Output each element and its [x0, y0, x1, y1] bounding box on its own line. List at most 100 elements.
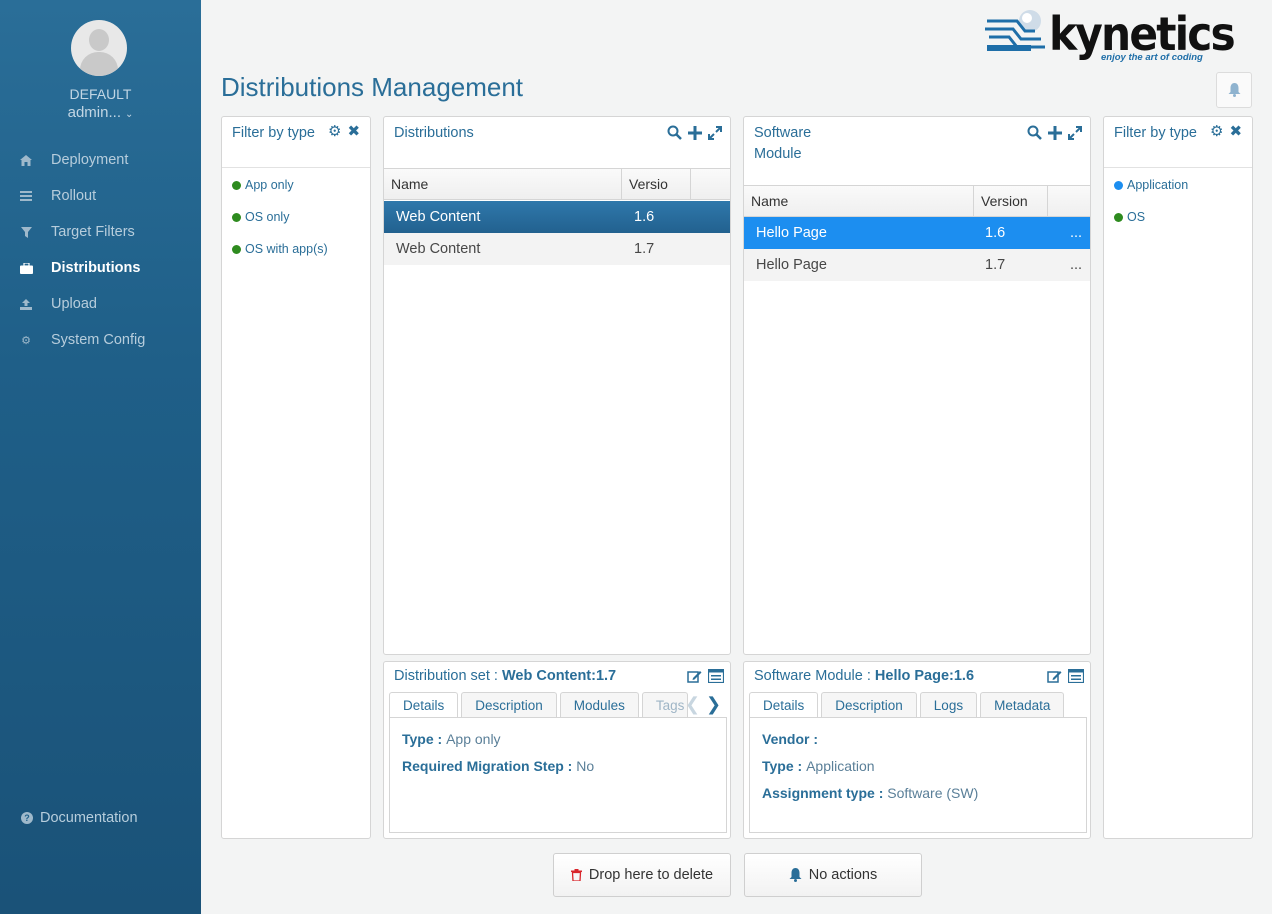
- avatar[interactable]: [71, 20, 127, 76]
- details-tab-body: Type : App only Required Migration Step …: [389, 717, 727, 833]
- panel-title-line: Software: [754, 125, 812, 141]
- filter-item-app-only[interactable]: App only: [232, 178, 294, 192]
- filter-item-os-only[interactable]: OS only: [232, 210, 289, 224]
- drop-to-delete-label: Drop here to delete: [588, 867, 714, 883]
- field-key: Assignment type :: [762, 785, 888, 801]
- status-dot: [232, 180, 241, 190]
- filter-label: OS only: [245, 210, 290, 224]
- field-key: Type :: [402, 731, 447, 747]
- sidebar: DEFAULT admin... ⌄ Deployment Rollout Tar…: [0, 0, 201, 914]
- sidebar-item-label: Upload: [51, 296, 97, 312]
- distributions-table-header: Name Versio: [384, 168, 730, 200]
- question-circle-icon: ?: [21, 812, 33, 824]
- sidebar-item-system-config[interactable]: ⚙ System Config: [0, 322, 201, 358]
- sidebar-item-label: System Config: [51, 332, 146, 348]
- panel-title: Software Module: [754, 123, 811, 165]
- sidebar-item-deployment[interactable]: Deployment: [0, 142, 201, 178]
- notification-button[interactable]: [1216, 72, 1252, 108]
- sidebar-nav: Deployment Rollout Target Filters Distri…: [0, 142, 201, 358]
- table-row[interactable]: Hello Page 1.7 ...: [744, 249, 1090, 281]
- sidebar-item-target-filters[interactable]: Target Filters: [0, 214, 201, 250]
- filter-label: Application: [1127, 178, 1189, 192]
- expand-icon[interactable]: [708, 125, 722, 140]
- filter-label: OS: [1127, 210, 1146, 224]
- expand-icon[interactable]: [1068, 125, 1082, 140]
- tab-details[interactable]: Details: [749, 692, 819, 718]
- table-row[interactable]: Hello Page 1.6 ...: [744, 217, 1090, 249]
- distribution-type-filter-panel: Filter by type ⚙ ✖ App only OS only OS w…: [221, 116, 371, 839]
- list-detail-icon[interactable]: [1068, 669, 1084, 683]
- upload-icon: [19, 297, 33, 311]
- sidebar-item-label: Distributions: [51, 260, 141, 276]
- add-icon[interactable]: [688, 125, 702, 140]
- tab-description[interactable]: Description: [821, 692, 917, 718]
- table-row[interactable]: Web Content 1.6: [384, 201, 730, 233]
- close-icon[interactable]: ✖: [1229, 124, 1242, 139]
- sidebar-item-distributions[interactable]: Distributions: [0, 250, 201, 286]
- cell-more[interactable]: ...: [1070, 217, 1082, 249]
- cell-name: Web Content: [396, 241, 481, 257]
- status-dot: [232, 244, 241, 254]
- tab-description[interactable]: Description: [461, 692, 557, 718]
- list-detail-icon[interactable]: [708, 669, 724, 683]
- tenant-label: DEFAULT: [69, 86, 132, 102]
- details-prefix: Distribution set :: [394, 668, 502, 684]
- cell-version: 1.6: [985, 225, 1006, 241]
- add-icon[interactable]: [1048, 125, 1062, 140]
- panel-title: Filter by type: [1114, 125, 1197, 141]
- field-key: Vendor :: [762, 731, 819, 747]
- sidebar-item-rollout[interactable]: Rollout: [0, 178, 201, 214]
- bell-icon: [789, 868, 802, 882]
- close-icon[interactable]: ✖: [347, 124, 360, 139]
- column-header-name[interactable]: Name: [384, 169, 622, 200]
- detail-field-vendor: Vendor :: [762, 731, 818, 747]
- filter-icon: [19, 225, 33, 239]
- sidebar-item-label: Target Filters: [51, 224, 135, 240]
- kynetics-logo: kynetics enjoy the art of coding: [983, 5, 1241, 65]
- documentation-link[interactable]: ? Documentation: [21, 810, 138, 826]
- tab-logs[interactable]: Logs: [919, 692, 978, 718]
- field-value: Application: [806, 758, 875, 774]
- status-dot: [1114, 180, 1123, 190]
- actions-label: No actions: [808, 867, 878, 883]
- filter-item-application[interactable]: Application: [1114, 178, 1188, 192]
- cell-version: 1.7: [634, 241, 655, 257]
- cell-more[interactable]: ...: [1070, 249, 1082, 281]
- cell-name: Web Content: [396, 209, 481, 225]
- software-module-panel: Software Module Name Version Hello Page …: [743, 116, 1091, 655]
- sidebar-item-label: Deployment: [51, 152, 129, 168]
- page-title: Distributions Management: [221, 72, 524, 102]
- tab-tags[interactable]: Tags: [641, 692, 688, 718]
- tab-details[interactable]: Details: [389, 692, 459, 718]
- chevron-right-icon[interactable]: ❯: [706, 694, 721, 715]
- filter-item-os[interactable]: OS: [1114, 210, 1145, 224]
- search-icon[interactable]: [667, 125, 682, 140]
- filter-item-os-with-apps[interactable]: OS with app(s): [232, 242, 328, 256]
- user-name: admin...: [67, 104, 121, 121]
- gear-icon[interactable]: ⚙: [328, 124, 341, 139]
- tab-metadata[interactable]: Metadata: [980, 692, 1065, 718]
- column-header-name[interactable]: Name: [744, 186, 974, 217]
- table-row[interactable]: Web Content 1.7: [384, 233, 730, 265]
- details-name: Web Content:1.7: [502, 668, 617, 684]
- edit-icon[interactable]: [687, 669, 702, 683]
- tab-modules[interactable]: Modules: [559, 692, 639, 718]
- gear-icon[interactable]: ⚙: [1210, 124, 1223, 139]
- details-title: Software Module : Hello Page:1.6: [754, 668, 974, 684]
- drop-to-delete-button[interactable]: Drop here to delete: [553, 853, 731, 897]
- sidebar-item-upload[interactable]: Upload: [0, 286, 201, 322]
- documentation-label: Documentation: [40, 810, 138, 826]
- details-tab-body: Vendor : Type : Application Assignment t…: [749, 717, 1087, 833]
- column-header-version[interactable]: Versio: [622, 169, 691, 200]
- actions-button[interactable]: No actions: [744, 853, 922, 897]
- cell-name: Hello Page: [756, 257, 827, 273]
- bell-icon: [1228, 83, 1240, 97]
- user-menu[interactable]: admin... ⌄: [0, 104, 201, 121]
- search-icon[interactable]: [1027, 125, 1042, 140]
- column-header-version[interactable]: Version: [974, 186, 1048, 217]
- edit-icon[interactable]: [1047, 669, 1062, 683]
- chevron-left-icon[interactable]: ❮: [685, 694, 700, 715]
- sidebar-item-label: Rollout: [51, 188, 97, 204]
- distributions-panel: Distributions Name Versio Web Content 1.…: [383, 116, 731, 655]
- filter-label: OS with app(s): [245, 242, 328, 256]
